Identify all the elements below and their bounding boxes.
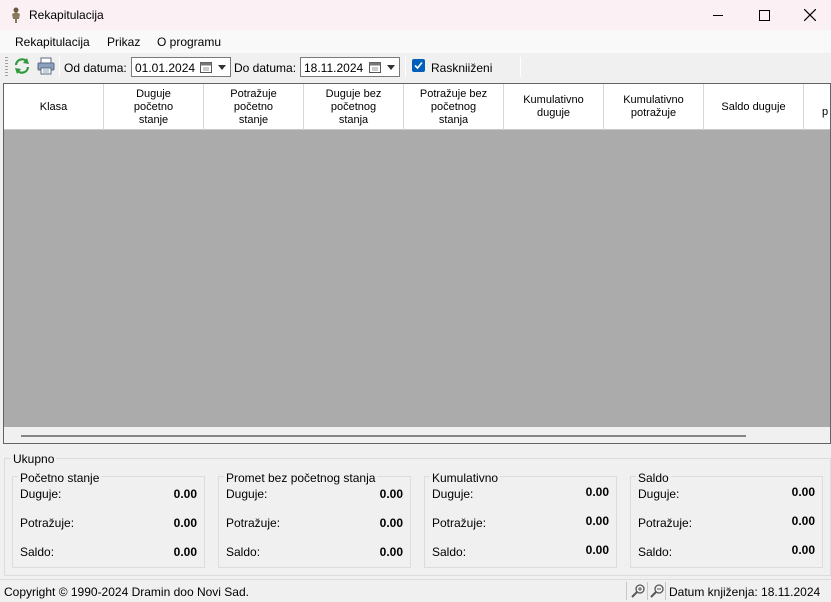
- column-header-duguje-pocetno[interactable]: Duguje početno stanje: [104, 84, 204, 130]
- to-date-picker[interactable]: 18.11.2024: [300, 57, 400, 77]
- checkmark-icon: [414, 61, 423, 70]
- minimize-icon: [712, 14, 723, 16]
- status-bar: Copyright © 1990-2024 Dramin doo Novi Sa…: [0, 579, 831, 602]
- to-date-label: Do datuma:: [234, 61, 297, 75]
- from-date-picker[interactable]: 01.01.2024: [131, 57, 231, 77]
- chevron-down-icon: [218, 65, 226, 70]
- duguje-label: Duguje:: [432, 487, 474, 501]
- group-kumulativno: Kumulativno Duguje: 0.00 Potražuje: 0.00…: [424, 471, 617, 568]
- calendar-icon: [200, 62, 212, 73]
- minimize-button[interactable]: [695, 0, 741, 30]
- toolbar-separator: [520, 57, 521, 77]
- close-icon: [804, 9, 816, 21]
- column-header-partial[interactable]: p: [804, 84, 830, 130]
- saldo-label: Saldo:: [226, 545, 261, 559]
- zoom-out-icon[interactable]: [649, 583, 665, 599]
- column-header-potrazuje-pocetno[interactable]: Potražuje početno stanje: [204, 84, 304, 130]
- saldo-value: 0.00: [791, 543, 815, 557]
- chevron-down-icon: [387, 65, 395, 70]
- horizontal-scrollbar[interactable]: [4, 427, 830, 443]
- grid-header: Klasa Duguje početno stanje Potražuje po…: [4, 84, 830, 130]
- unposted-label[interactable]: Raskniiženi: [431, 61, 492, 75]
- status-separator: [626, 582, 627, 600]
- close-button[interactable]: [787, 0, 831, 30]
- saldo-label: Saldo:: [432, 545, 467, 559]
- potrazuje-label: Potražuje:: [432, 516, 487, 530]
- totals-panel: Ukupno Početno stanje Duguje: 0.00 Potra…: [4, 452, 831, 576]
- potrazuje-value: 0.00: [791, 514, 815, 528]
- group-saldo: Saldo Duguje: 0.00 Potražuje: 0.00 Saldo…: [630, 471, 823, 568]
- totals-title: Ukupno: [11, 452, 57, 466]
- booking-date: Datum knjiženja: 18.11.2024: [669, 585, 821, 599]
- maximize-icon: [758, 9, 770, 21]
- potrazuje-value: 0.00: [585, 514, 609, 528]
- potrazuje-label: Potražuje:: [226, 516, 281, 530]
- group-title: Kumulativno: [430, 471, 501, 485]
- scrollbar-thumb[interactable]: [21, 435, 746, 437]
- saldo-label: Saldo:: [638, 545, 673, 559]
- from-date-value: 01.01.2024: [135, 61, 196, 75]
- saldo-label: Saldo:: [20, 545, 55, 559]
- menu-prikaz[interactable]: Prikaz: [107, 35, 140, 49]
- column-header-klasa[interactable]: Klasa: [4, 84, 104, 130]
- duguje-value: 0.00: [173, 487, 197, 501]
- toolbar-separator: [405, 57, 406, 77]
- potrazuje-label: Potražuje:: [20, 516, 75, 530]
- potrazuje-value: 0.00: [379, 516, 403, 530]
- duguje-label: Duguje:: [20, 487, 62, 501]
- saldo-value: 0.00: [173, 545, 197, 559]
- refresh-icon[interactable]: [13, 57, 31, 75]
- saldo-value: 0.00: [585, 543, 609, 557]
- duguje-label: Duguje:: [638, 487, 680, 501]
- duguje-value: 0.00: [585, 485, 609, 499]
- group-title: Promet bez početnog stanja: [224, 471, 378, 485]
- status-separator: [647, 582, 648, 600]
- window-title: Rekapitulacija: [29, 8, 104, 22]
- menu-rekapitulacija[interactable]: Rekapitulacija: [15, 35, 90, 49]
- title-bar: Rekapitulacija: [0, 0, 831, 30]
- duguje-value: 0.00: [379, 487, 403, 501]
- column-header-duguje-bez-pocetnog[interactable]: Duguje bez početnog stanja: [304, 84, 404, 130]
- potrazuje-label: Potražuje:: [638, 516, 693, 530]
- data-grid[interactable]: Klasa Duguje početno stanje Potražuje po…: [3, 83, 831, 444]
- toolbar: Od datuma: 01.01.2024 Do datuma: 18.11.2…: [0, 53, 831, 81]
- potrazuje-value: 0.00: [173, 516, 197, 530]
- calendar-icon: [369, 62, 381, 73]
- status-separator: [665, 582, 666, 600]
- group-promet-bez-pocetnog: Promet bez početnog stanja Duguje: 0.00 …: [218, 471, 411, 568]
- unposted-checkbox[interactable]: [412, 59, 425, 72]
- group-pocetno-stanje: Početno stanje Duguje: 0.00 Potražuje: 0…: [12, 471, 205, 568]
- to-date-value: 18.11.2024: [304, 61, 364, 75]
- printer-icon[interactable]: [37, 57, 55, 75]
- zoom-in-icon[interactable]: [630, 583, 646, 599]
- saldo-value: 0.00: [379, 545, 403, 559]
- toolbar-grip[interactable]: [5, 57, 8, 77]
- group-title: Početno stanje: [18, 471, 102, 485]
- group-title: Saldo: [636, 471, 671, 485]
- menu-bar: Rekapitulacija Prikaz O programu: [0, 30, 831, 53]
- toolbar-separator: [59, 57, 60, 77]
- column-header-kumulativno-potrazuje[interactable]: Kumulativno potražuje: [604, 84, 704, 130]
- column-header-saldo-duguje[interactable]: Saldo duguje: [704, 84, 804, 130]
- copyright-text: Copyright © 1990-2024 Dramin doo Novi Sa…: [4, 585, 249, 599]
- app-figure-icon: [12, 7, 20, 23]
- duguje-label: Duguje:: [226, 487, 268, 501]
- menu-o-programu[interactable]: O programu: [157, 35, 221, 49]
- duguje-value: 0.00: [791, 485, 815, 499]
- maximize-button[interactable]: [741, 0, 787, 30]
- column-header-potrazuje-bez-pocetnog[interactable]: Potražuje bez početnog stanja: [404, 84, 504, 130]
- column-header-kumulativno-duguje[interactable]: Kumulativno duguje: [504, 84, 604, 130]
- from-date-label: Od datuma:: [64, 61, 127, 75]
